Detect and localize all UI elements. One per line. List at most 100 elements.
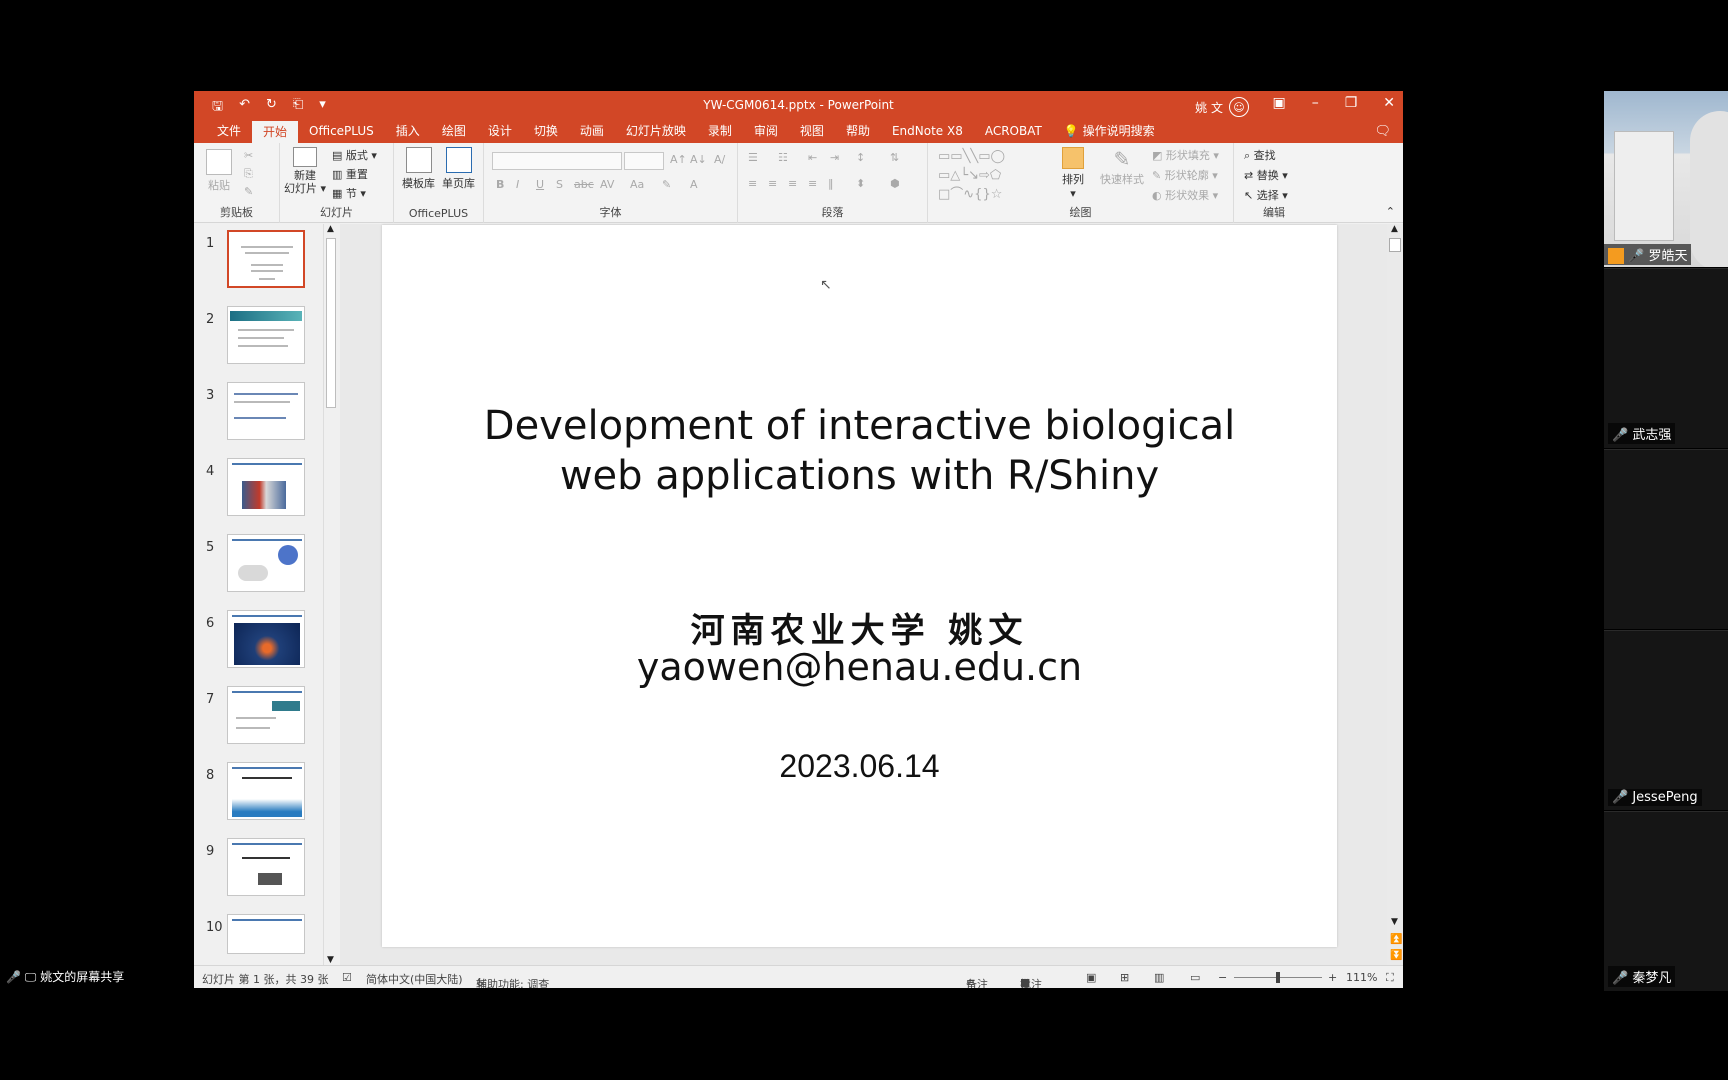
tab-endnote[interactable]: EndNote X8 (881, 119, 974, 143)
shape-effects-button[interactable]: ◐ 形状效果 ▾ (1152, 187, 1218, 203)
slide-thumbnail-1[interactable] (227, 230, 305, 288)
tab-insert[interactable]: 插入 (385, 119, 431, 143)
user-account[interactable]: 姚 文 ☺ (1195, 97, 1249, 117)
restore-icon[interactable]: ❐ (1345, 95, 1358, 111)
shadow-icon[interactable]: S (556, 178, 563, 191)
avatar-icon[interactable]: ☺ (1229, 97, 1249, 117)
thumbnails-scrollbar[interactable]: ▲ ▼ (323, 224, 337, 965)
slide-thumbnail-3[interactable] (227, 382, 305, 440)
font-color-icon[interactable]: A (690, 178, 698, 191)
minimize-icon[interactable]: – (1312, 95, 1319, 111)
decrease-font-icon[interactable]: A↓ (690, 153, 707, 166)
arrange-button[interactable]: 排列 ▾ (1062, 147, 1084, 200)
font-name-select[interactable] (492, 152, 622, 170)
char-spacing-icon[interactable]: AV (600, 178, 614, 191)
italic-icon[interactable]: I (516, 178, 519, 191)
current-slide[interactable]: Development of interactive biological we… (382, 225, 1337, 947)
slide-thumbnail-5[interactable] (227, 534, 305, 592)
zoom-in-icon[interactable]: + (1328, 971, 1337, 984)
font-size-select[interactable] (624, 152, 664, 170)
slide-scrollbar[interactable]: ▲ ▼ ⏫ ⏬ (1387, 224, 1403, 965)
shapes-gallery[interactable]: ▭▭╲╲▭◯ ▭△└↘⇨⬠ □⌒∿{}☆ (938, 147, 1005, 204)
tab-animations[interactable]: 动画 (569, 119, 615, 143)
align-center-icon[interactable]: ≡ (768, 177, 777, 190)
template-library-button[interactable]: 模板库 (402, 147, 435, 191)
close-icon[interactable]: ✕ (1383, 95, 1395, 111)
tab-help[interactable]: 帮助 (835, 119, 881, 143)
thumbnails-scroll-thumb[interactable] (326, 238, 336, 408)
slide-sorter-icon[interactable]: ⊞ (1120, 971, 1129, 984)
underline-icon[interactable]: U (536, 178, 544, 191)
slide-thumbnail-10[interactable] (227, 914, 305, 954)
slide-thumbnail-6[interactable] (227, 610, 305, 668)
ribbon-display-icon[interactable]: ▣ (1272, 95, 1285, 111)
copy-icon[interactable]: ⎘ (244, 167, 253, 181)
previous-slide-icon[interactable]: ⏫ (1390, 934, 1402, 945)
decrease-indent-icon[interactable]: ⇤ (808, 151, 817, 164)
strikethrough-icon[interactable]: abc (574, 178, 594, 191)
slide-thumbnail-8[interactable] (227, 762, 305, 820)
tab-slideshow[interactable]: 幻灯片放映 (615, 119, 697, 143)
tab-draw[interactable]: 绘图 (431, 119, 477, 143)
slide-thumbnail-4[interactable] (227, 458, 305, 516)
slide-thumbnail-7[interactable] (227, 686, 305, 744)
comments-icon[interactable]: 🗨 (1374, 124, 1391, 139)
tab-home[interactable]: 开始 (252, 121, 299, 143)
next-slide-icon[interactable]: ⏬ (1390, 950, 1402, 961)
slide-thumbnail-9[interactable] (227, 838, 305, 896)
find-button[interactable]: ⌕ 查找 (1244, 147, 1276, 163)
tab-review[interactable]: 审阅 (743, 119, 789, 143)
zoom-out-icon[interactable]: − (1218, 971, 1227, 984)
select-button[interactable]: ↖ 选择 ▾ (1244, 187, 1288, 203)
zoom-slider[interactable] (1234, 972, 1322, 983)
smartart-icon[interactable]: ⬢ (890, 177, 900, 190)
replace-button[interactable]: ⇄ 替换 ▾ (1244, 167, 1288, 183)
tab-design[interactable]: 设计 (477, 119, 523, 143)
bold-icon[interactable]: B (496, 178, 504, 191)
paste-button[interactable]: 粘贴 (206, 149, 232, 193)
align-left-icon[interactable]: ≡ (748, 177, 757, 190)
tell-me-search[interactable]: 💡 操作说明搜索 (1053, 119, 1166, 143)
scroll-up-icon[interactable]: ▲ (1391, 224, 1398, 234)
scroll-down-icon[interactable]: ▼ (1391, 917, 1398, 927)
tab-acrobat[interactable]: ACROBAT (974, 119, 1053, 143)
text-direction-icon[interactable]: ⇅ (890, 151, 899, 164)
participant-video-tile[interactable]: 🎤 秦梦凡 (1604, 811, 1728, 991)
cut-icon[interactable]: ✂ (244, 149, 253, 162)
layout-button[interactable]: ▤ 版式 ▾ (332, 147, 377, 163)
justify-icon[interactable]: ≡ (808, 177, 817, 190)
spellcheck-icon[interactable]: ☑ (342, 971, 352, 984)
participant-video-tile[interactable]: 🎤 罗皓天 (1604, 91, 1728, 267)
new-slide-button[interactable]: 新建 幻灯片 ▾ (284, 147, 326, 195)
tab-record[interactable]: 录制 (697, 119, 743, 143)
columns-icon[interactable]: ‖ (828, 177, 834, 190)
shape-fill-button[interactable]: ◩ 形状填充 ▾ (1152, 147, 1219, 163)
bullets-icon[interactable]: ☰ (748, 151, 758, 164)
zoom-slider-thumb[interactable] (1276, 972, 1280, 983)
slideshow-icon[interactable]: ▭ (1190, 971, 1200, 984)
increase-font-icon[interactable]: A↑ (670, 153, 687, 166)
slide-scroll-thumb[interactable] (1389, 238, 1401, 252)
collapse-ribbon-icon[interactable]: ⌃ (1386, 205, 1395, 218)
reading-view-icon[interactable]: ▥ (1154, 971, 1164, 984)
fit-slide-icon[interactable]: ⛶ (1386, 971, 1394, 985)
scroll-down-icon[interactable]: ▼ (327, 955, 334, 965)
single-page-library-button[interactable]: 单页库 (442, 147, 475, 191)
quick-styles-button[interactable]: ✎ 快速样式 (1100, 147, 1144, 187)
language-status[interactable]: 简体中文(中国大陆) (366, 971, 463, 987)
participant-video-tile[interactable]: 🎤 武志强 (1604, 268, 1728, 448)
increase-indent-icon[interactable]: ⇥ (830, 151, 839, 164)
section-button[interactable]: ▦ 节 ▾ (332, 185, 366, 201)
participant-video-tile[interactable]: 🎤 JessePeng (1604, 630, 1728, 810)
clear-format-icon[interactable]: A∕ (714, 153, 725, 166)
format-painter-icon[interactable]: ✎ (244, 185, 253, 198)
numbering-icon[interactable]: ☷ (778, 151, 788, 164)
shape-outline-button[interactable]: ✎ 形状轮廓 ▾ (1152, 167, 1218, 183)
align-right-icon[interactable]: ≡ (788, 177, 797, 190)
slide-thumbnail-2[interactable] (227, 306, 305, 364)
participant-video-tile[interactable] (1604, 449, 1728, 629)
reset-button[interactable]: ▥ 重置 (332, 166, 368, 182)
tab-file[interactable]: 文件 (206, 119, 252, 143)
change-case-icon[interactable]: Aa (630, 178, 644, 191)
align-text-icon[interactable]: ⬍ (856, 177, 865, 190)
